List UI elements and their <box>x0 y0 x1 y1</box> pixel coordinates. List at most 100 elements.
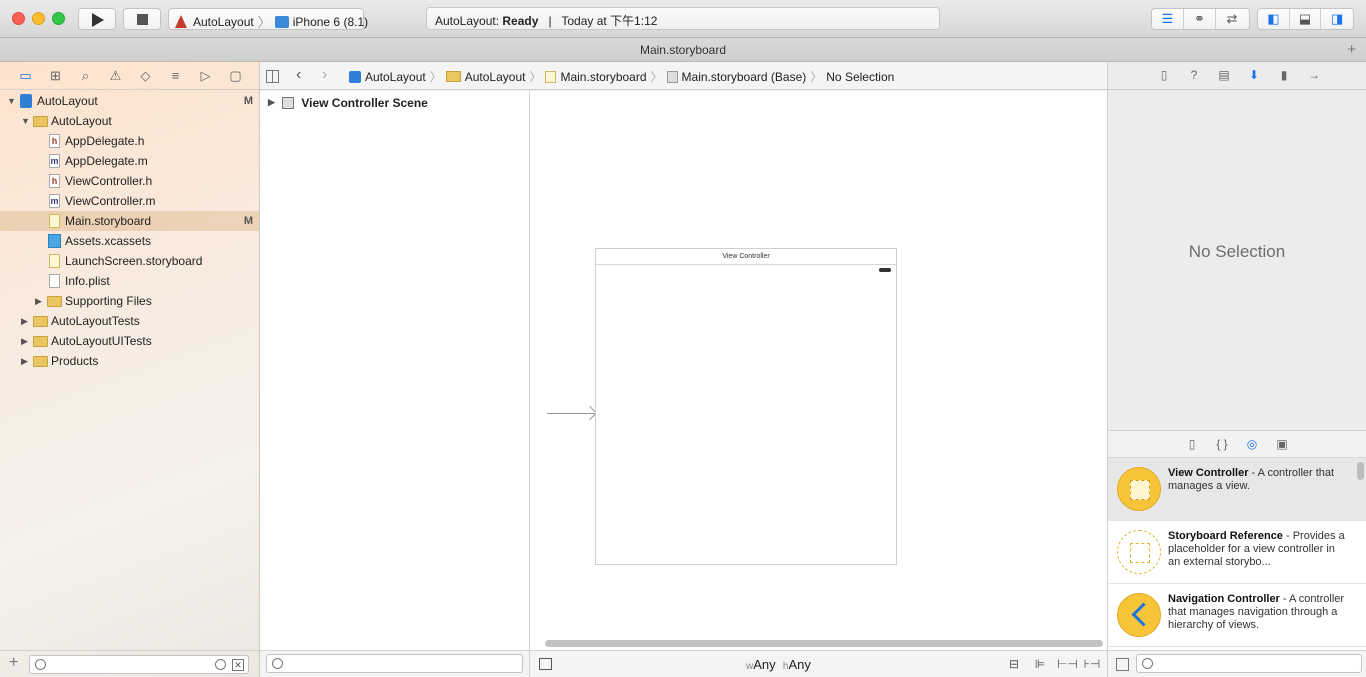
test-navigator-icon[interactable]: ◇ <box>137 68 154 83</box>
chevron-right-icon: 〉 <box>810 70 823 84</box>
storyboard-file-icon <box>49 254 60 268</box>
navigator-selector-bar: ▭ ⊞ ⌕ ⚠ ◇ ≡ ▷ ▢ <box>0 62 259 90</box>
tree-row-project[interactable]: ▼ AutoLayout M <box>0 91 259 111</box>
library-scrollbar[interactable] <box>1357 462 1364 480</box>
forward-arrow-icon[interactable]: › <box>322 66 327 84</box>
back-arrow-icon[interactable]: ‹ <box>296 66 301 84</box>
tree-row-file[interactable]: h ViewController.h <box>0 171 259 191</box>
debug-area-toggle-icon[interactable]: ⬓ <box>1290 9 1322 29</box>
tree-row-file[interactable]: Info.plist <box>0 271 259 291</box>
device-name[interactable]: iPhone 6 (8.1) <box>293 15 368 29</box>
attributes-inspector-icon[interactable]: ⬇ <box>1245 68 1263 83</box>
chevron-right-icon: 〉 <box>650 70 663 84</box>
media-library-icon[interactable]: ▣ <box>1273 437 1291 452</box>
breakpoint-icon[interactable]: ▷ <box>197 68 214 83</box>
tree-row-group[interactable]: ▶ AutoLayoutTests <box>0 311 259 331</box>
outline-scene-row[interactable]: ▶ View Controller Scene <box>268 96 428 110</box>
library-item-view-controller[interactable]: View Controller - A controller that mana… <box>1108 458 1366 521</box>
stack-icon[interactable]: ⊟ <box>1005 657 1023 671</box>
minimize-window-button[interactable] <box>32 12 45 25</box>
zoom-window-button[interactable] <box>52 12 65 25</box>
disclosure-closed-icon[interactable]: ▶ <box>21 351 28 371</box>
modified-badge: M <box>243 215 253 227</box>
activity-project: AutoLayout: <box>435 14 503 28</box>
related-items-icon[interactable] <box>266 70 279 83</box>
tree-row-group[interactable]: ▼ AutoLayout <box>0 111 259 131</box>
grid-view-icon[interactable] <box>1116 658 1129 671</box>
add-tab-icon[interactable]: + <box>1347 38 1356 62</box>
tab-bar: Main.storyboard + <box>0 38 1366 62</box>
file-inspector-icon[interactable]: ▯ <box>1155 68 1173 83</box>
outline-filter-input[interactable] <box>266 654 523 673</box>
object-library-icon[interactable]: ◎ <box>1243 437 1261 452</box>
disclosure-closed-icon[interactable]: ▶ <box>21 331 28 351</box>
tree-row-group[interactable]: ▶ AutoLayoutUITests <box>0 331 259 351</box>
tree-row-file[interactable]: LaunchScreen.storyboard <box>0 251 259 271</box>
stop-button[interactable] <box>123 8 161 30</box>
disclosure-open-icon[interactable]: ▼ <box>21 111 30 131</box>
tree-row-file[interactable]: Assets.xcassets <box>0 231 259 251</box>
folder-icon[interactable]: ▭ <box>17 68 34 83</box>
tree-row-file[interactable]: m AppDelegate.m <box>0 151 259 171</box>
utilities-toggle-icon[interactable]: ◨ <box>1321 9 1353 29</box>
library-item-title: Storyboard Reference <box>1168 530 1283 542</box>
align-icon[interactable]: ⊫ <box>1031 657 1049 671</box>
help-icon[interactable]: ? <box>1185 68 1203 83</box>
tree-row-selected[interactable]: Main.storyboard M <box>0 211 259 231</box>
run-button[interactable] <box>78 8 116 30</box>
resolve-icon[interactable]: ⊦⊣ <box>1083 657 1101 671</box>
assistant-editor-icon[interactable]: ⚭ <box>1184 9 1216 29</box>
horizontal-scrollbar[interactable] <box>545 640 1103 647</box>
warning-icon[interactable]: ⚠ <box>107 68 124 83</box>
library-item-navigation-controller[interactable]: Navigation Controller - A controller tha… <box>1108 584 1366 647</box>
scm-filter-icon[interactable]: ✕ <box>232 659 244 671</box>
folder-icon <box>33 316 48 327</box>
breadcrumb-item[interactable]: Main.storyboard (Base) <box>682 70 807 84</box>
tree-row-group[interactable]: ▶ Supporting Files <box>0 291 259 311</box>
tree-row-file[interactable]: h AppDelegate.h <box>0 131 259 151</box>
breadcrumb-item[interactable]: AutoLayout <box>465 70 526 84</box>
report-icon[interactable]: ▢ <box>227 68 244 83</box>
implementation-file-icon: m <box>49 194 60 208</box>
disclosure-open-icon[interactable]: ▼ <box>7 91 16 111</box>
disclosure-closed-icon[interactable]: ▶ <box>268 97 275 108</box>
scene-dock-icon[interactable] <box>879 268 891 272</box>
tree-row-file[interactable]: m ViewController.m <box>0 191 259 211</box>
tree-row-group[interactable]: ▶ Products <box>0 351 259 371</box>
debug-navigator-icon[interactable]: ≡ <box>167 68 184 83</box>
identity-inspector-icon[interactable]: ▤ <box>1215 68 1233 83</box>
recent-files-icon[interactable] <box>215 659 226 670</box>
close-window-button[interactable] <box>12 12 25 25</box>
file-template-icon[interactable]: ▯ <box>1183 437 1201 452</box>
connections-inspector-icon[interactable]: → <box>1305 68 1323 83</box>
tree-item-label: ViewController.m <box>65 194 156 208</box>
toolbar: AutoLayout 〉 iPhone 6 (8.1) AutoLayout: … <box>0 0 1366 38</box>
version-editor-icon[interactable]: ⇄ <box>1216 9 1248 29</box>
view-controller-scene[interactable]: View Controller <box>595 248 897 565</box>
breadcrumb-item[interactable]: No Selection <box>826 70 894 84</box>
size-inspector-icon[interactable]: ▮ <box>1275 68 1293 83</box>
storyboard-canvas[interactable]: View Controller <box>530 91 1107 650</box>
breadcrumb-item[interactable]: Main.storyboard <box>560 70 646 84</box>
code-snippet-icon[interactable]: { } <box>1213 437 1231 452</box>
initial-view-controller-arrow[interactable] <box>547 413 595 414</box>
search-icon[interactable]: ⌕ <box>77 68 94 83</box>
disclosure-closed-icon[interactable]: ▶ <box>35 291 42 311</box>
disclosure-closed-icon[interactable]: ▶ <box>21 311 28 331</box>
outline-toggle-icon[interactable] <box>539 658 552 670</box>
navigator-filter-input[interactable]: ✕ <box>29 655 249 674</box>
filter-icon <box>35 659 46 670</box>
library-item-storyboard-reference[interactable]: Storyboard Reference - Provides a placeh… <box>1108 521 1366 584</box>
navigator-toggle-icon[interactable]: ◧ <box>1258 9 1290 29</box>
scheme-selector[interactable]: AutoLayout 〉 iPhone 6 (8.1) <box>168 8 368 30</box>
add-file-icon[interactable]: + <box>9 654 18 672</box>
breadcrumb-item[interactable]: AutoLayout <box>365 70 426 84</box>
pin-icon[interactable]: ⊢⊣ <box>1057 657 1078 671</box>
standard-editor-icon[interactable]: ☰ <box>1152 9 1184 29</box>
storyboard-base-icon <box>666 70 678 83</box>
library-filter-input[interactable] <box>1136 654 1362 673</box>
symbol-navigator-icon[interactable]: ⊞ <box>47 68 64 83</box>
size-class-control[interactable]: wAny hAny <box>746 657 811 672</box>
library-item-title: Navigation Controller <box>1168 593 1280 605</box>
tab-main-storyboard[interactable]: Main.storyboard <box>640 43 726 57</box>
